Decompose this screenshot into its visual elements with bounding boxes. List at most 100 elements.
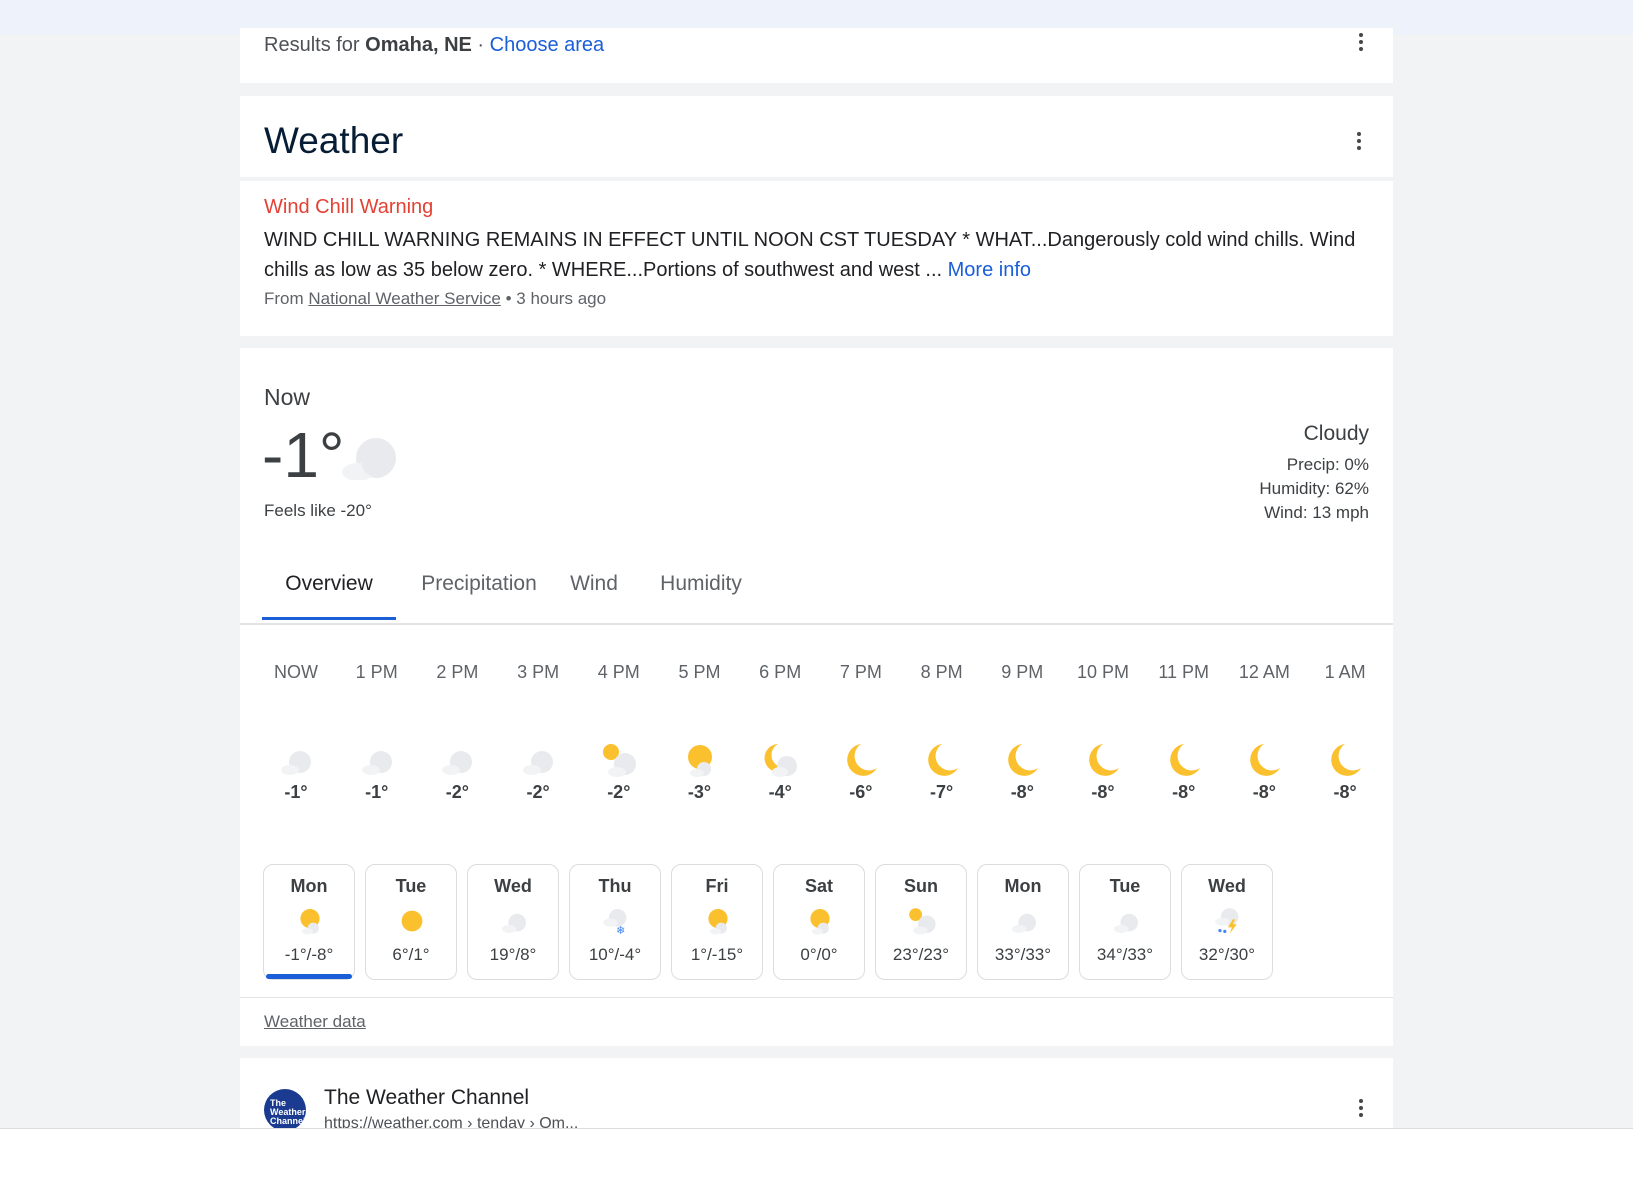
results-more-icon[interactable] <box>1349 30 1373 54</box>
alert-source-link[interactable]: National Weather Service <box>308 289 500 308</box>
tab-wind[interactable]: Wind <box>562 558 626 618</box>
day-temps: 0°/0° <box>800 945 838 964</box>
hour-time: 8 PM <box>920 662 963 682</box>
mostly-sunny-icon <box>680 740 720 777</box>
day-temps: 32°/30° <box>1198 945 1256 964</box>
tab-humidity[interactable]: Humidity <box>646 558 756 618</box>
weather-data-link[interactable]: Weather data <box>264 1012 366 1032</box>
weather-alert: Wind Chill Warning WIND CHILL WARNING RE… <box>240 181 1393 336</box>
day-card[interactable]: Sun 23°/23° <box>875 864 967 980</box>
hour-temp: -1° <box>365 782 389 802</box>
cloudy-icon <box>498 905 530 937</box>
day-temps: 1°/-15° <box>690 945 744 964</box>
hour-time: 7 PM <box>839 662 882 682</box>
clear-night-icon <box>1325 740 1365 776</box>
result-weather-channel: The Weather Channel The Weather Channel … <box>240 1058 1393 1128</box>
hour-time: 12 AM <box>1238 662 1290 682</box>
mostly-sunny-icon <box>294 905 326 937</box>
alert-title[interactable]: Wind Chill Warning <box>264 196 433 219</box>
cloudy-icon <box>518 740 558 776</box>
tab-divider <box>240 623 1393 625</box>
svg-text:❄: ❄ <box>616 924 625 937</box>
day-card[interactable]: Mon 33°/33° <box>977 864 1069 980</box>
hour-time: 11 PM <box>1158 662 1210 682</box>
sunny-icon <box>396 905 428 937</box>
weather-title: Weather <box>264 120 404 161</box>
hour-time: 1 AM <box>1324 662 1366 682</box>
clear-night-icon <box>1164 740 1204 776</box>
day-temps: 23°/23° <box>892 945 950 964</box>
clear-night-icon <box>1083 740 1123 776</box>
hour-temp: -6° <box>849 782 873 802</box>
hour-temp: -8° <box>1252 782 1276 802</box>
day-temps: 33°/33° <box>994 945 1052 964</box>
hour-time: 9 PM <box>1001 662 1044 682</box>
partly-cloudy-icon <box>599 740 639 777</box>
result-more-icon[interactable] <box>1349 1096 1373 1120</box>
day-temps: 6°/1° <box>392 945 430 964</box>
snow-icon: ❄ <box>600 905 632 937</box>
weather-data-divider <box>240 997 1393 998</box>
hour-time: 5 PM <box>678 662 721 682</box>
hourly-forecast[interactable]: NOW -1° 1 PM -1° 2 PM -2° 3 PM -2° 4 PM … <box>240 648 1393 828</box>
weather-more-icon[interactable] <box>1347 129 1371 153</box>
hour-time: 2 PM <box>436 662 479 682</box>
more-info-link[interactable]: More info <box>948 259 1031 281</box>
hour-temp: -4° <box>768 782 792 802</box>
hour-temp: -2° <box>607 782 631 802</box>
day-name: Tue <box>1109 876 1141 896</box>
hour-temp: -8° <box>1091 782 1115 802</box>
day-card[interactable]: Wed 19°/8° <box>467 864 559 980</box>
cloudy-icon <box>437 740 477 776</box>
mostly-sunny-icon <box>702 905 734 937</box>
alert-time: • 3 hours ago <box>505 289 607 308</box>
day-temps: 10°/-4° <box>588 945 642 964</box>
results-separator: · <box>477 34 485 56</box>
hour-time: 1 PM <box>355 662 398 682</box>
hour-temp: -7° <box>929 782 954 802</box>
bottom-band <box>0 1128 1633 1200</box>
day-card[interactable]: Wed 32°/30° <box>1181 864 1273 980</box>
tab-overview[interactable]: Overview <box>262 558 396 620</box>
result-url: https://weather.com › tenday › Om... <box>324 1115 579 1128</box>
results-line: Results for Omaha, NE · Choose area <box>264 34 604 57</box>
mostly-sunny-icon <box>804 905 836 937</box>
day-card[interactable]: Sat 0°/0° <box>773 864 865 980</box>
now-label: Now <box>264 384 311 410</box>
alert-source-line: From National Weather Service • 3 hours … <box>264 289 606 309</box>
choose-area-link[interactable]: Choose area <box>490 34 605 56</box>
wind-stat: Wind: 13 mph <box>1264 503 1369 522</box>
day-card[interactable]: Thu ❄ 10°/-4° <box>569 864 661 980</box>
hour-temp: -2° <box>445 782 469 802</box>
hour-time: NOW <box>274 662 318 682</box>
weather-header: Weather <box>240 96 1393 177</box>
day-temps: 19°/8° <box>489 945 537 964</box>
hour-time: 4 PM <box>597 662 640 682</box>
humidity-stat: Humidity: 62% <box>1259 479 1369 498</box>
results-prefix: Results for <box>264 34 360 56</box>
cloudy-icon <box>357 740 397 776</box>
condition-text: Cloudy <box>1303 422 1369 445</box>
day-name: Tue <box>395 876 427 896</box>
day-name: Thu <box>598 876 632 896</box>
day-card[interactable]: Tue 34°/33° <box>1079 864 1171 980</box>
hour-time: 6 PM <box>759 662 802 682</box>
hour-temp: -8° <box>1172 782 1196 802</box>
result-title[interactable]: The Weather Channel <box>324 1086 529 1110</box>
hour-temp: -1° <box>284 782 308 802</box>
hour-time: 3 PM <box>517 662 560 682</box>
cloudy-icon <box>1008 905 1040 937</box>
day-temps: -1°/-8° <box>284 945 334 964</box>
cloudy-icon <box>342 438 396 480</box>
feels-like: Feels like -20° <box>264 501 372 520</box>
tab-precipitation[interactable]: Precipitation <box>412 558 546 618</box>
day-card[interactable]: Tue 6°/1° <box>365 864 457 980</box>
day-card[interactable]: Fri 1°/-15° <box>671 864 763 980</box>
partly-cloudy-icon <box>906 905 938 937</box>
alert-body: WIND CHILL WARNING REMAINS IN EFFECT UNT… <box>264 225 1364 285</box>
hour-temp: -2° <box>526 782 550 802</box>
day-name: Sat <box>804 876 833 896</box>
day-name: Sun <box>904 876 938 896</box>
weather-main: Now -1° Feels like -20° Cloudy Precip: 0… <box>240 348 1393 1046</box>
day-card[interactable]: Mon -1°/-8° <box>263 864 355 980</box>
